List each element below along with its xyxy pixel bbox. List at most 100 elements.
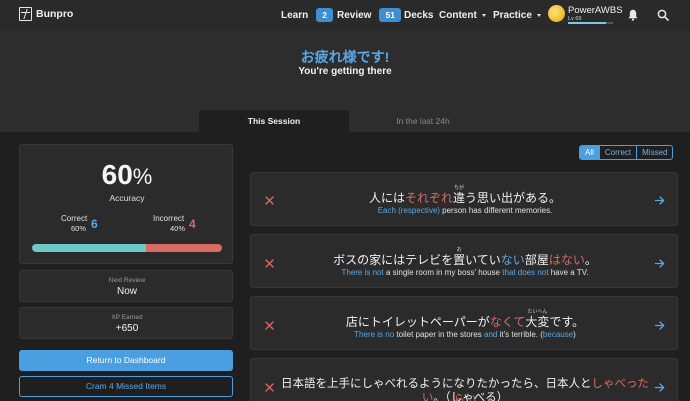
result-filter-group: All Correct Missed: [579, 145, 674, 160]
incorrect-x-icon: [265, 321, 274, 330]
cram-missed-items-button[interactable]: Cram 4 Missed Items: [19, 376, 233, 397]
sentence-segment: ): [573, 330, 576, 339]
sentence-segment: 。: [584, 253, 597, 267]
top-navigation-bar: Bunpro Learn 2 Review 51 Decks Content P…: [0, 0, 690, 30]
user-xp-bar: [568, 22, 613, 24]
incorrect-label: Incorrect: [153, 214, 185, 223]
progress-incorrect: [146, 244, 222, 252]
session-title-japanese: お疲れ様です!: [300, 49, 390, 65]
xp-earned-label: XP Earned: [111, 314, 143, 321]
filter-missed[interactable]: Missed: [636, 146, 672, 159]
nav-review[interactable]: Review 51: [337, 0, 401, 30]
incorrect-x-icon: [265, 383, 274, 392]
kanji-with-furigana: 置お: [453, 247, 466, 267]
xp-earned-value: +650: [115, 323, 139, 334]
bunpro-logo-icon: [19, 7, 32, 21]
incorrect-x-icon: [265, 196, 274, 205]
accuracy-card: 60% Accuracy Correct 60% 6 Incorrect 40%…: [19, 144, 233, 264]
sentence-segment: There is no: [354, 330, 395, 339]
arrow-right-icon[interactable]: [655, 196, 665, 205]
filter-all[interactable]: All: [580, 146, 599, 159]
review-item[interactable]: ボスの家にはテレビを置おいていない部屋はない。 There is not a s…: [250, 234, 678, 288]
accuracy-value: 60%: [20, 159, 234, 191]
sentence-english: Each (respective) person has different m…: [281, 206, 649, 215]
sentence-segment: have a TV.: [548, 268, 589, 277]
kanji-with-furigana: 大変 たいへん: [525, 309, 550, 329]
sentence-segment: 部屋: [524, 253, 549, 267]
nav-learn[interactable]: Learn 2: [281, 0, 333, 30]
learn-count-badge: 2: [316, 8, 333, 22]
xp-earned-card: XP Earned +650: [19, 307, 233, 339]
avatar[interactable]: [548, 5, 565, 22]
tab-last-24h[interactable]: In the last 24h: [348, 110, 498, 132]
incorrect-x-icon: [265, 259, 274, 268]
sentence-segment: ボスの家にはテレビを: [333, 253, 454, 267]
furigana-reading: お: [456, 247, 462, 253]
accuracy-number: 60: [101, 159, 133, 190]
sentence-english: There is no toilet paper in the stores a…: [281, 330, 649, 339]
session-subtitle: You're getting there: [298, 66, 392, 77]
review-item[interactable]: 人にはそれぞれ違 ちが う思い出がある。 Each (respective) per…: [250, 172, 678, 226]
sentence-segment: 店にトイレットペーパーが: [345, 315, 490, 329]
logo-text: Bunpro: [36, 8, 74, 20]
correct-count: 6: [91, 217, 98, 231]
sentence-english: There is not a single room in my boss' h…: [281, 268, 649, 277]
sentence-japanese: ボスの家にはテレビを置おいていない部屋はない。: [281, 247, 649, 268]
nav-content[interactable]: Content: [439, 0, 486, 30]
furigana-reading: たいへん: [527, 309, 548, 315]
correct-percent: 60%: [71, 224, 87, 233]
accuracy-label: Accuracy: [109, 193, 145, 203]
sentence-segment: Each (respective): [377, 206, 440, 215]
bell-icon[interactable]: [628, 9, 638, 21]
sentence-segment: はない: [548, 253, 585, 267]
nav-content-label: Content: [439, 9, 477, 21]
sentence-segment: There is not: [341, 268, 384, 277]
arrow-right-icon[interactable]: [655, 321, 665, 330]
nav-review-label: Review: [337, 9, 372, 21]
incorrect-count: 4: [189, 217, 196, 231]
review-item[interactable]: 日本語を上手にしゃべれるようになりたかったら、日本人としゃべったらい い。（しゃ…: [250, 358, 678, 401]
sentence-japanese: 店にトイレットペーパーがなくて大変 たいへん です。: [281, 309, 649, 330]
arrow-right-icon[interactable]: [655, 259, 665, 268]
return-to-dashboard-button[interactable]: Return to Dashboard: [19, 350, 233, 371]
chevron-down-icon: [481, 13, 486, 17]
sentence-segment: person has different memories.: [439, 206, 553, 215]
bunpro-logo[interactable]: Bunpro: [19, 7, 73, 21]
arrow-right-icon[interactable]: [655, 383, 665, 392]
review-item[interactable]: 店にトイレットペーパーがなくて大変 たいへん です。 There is no toi…: [250, 296, 678, 350]
furigana-reading: ちが: [454, 185, 465, 191]
review-count-badge: 51: [379, 8, 401, 22]
search-icon[interactable]: [657, 9, 669, 21]
filter-correct[interactable]: Correct: [598, 146, 636, 159]
nav-practice-label: Practice: [493, 9, 532, 21]
sentence-segment: toilet paper in the stores: [394, 330, 485, 339]
sentence-japanese-line-2: い。（しゃべる）: [281, 389, 649, 401]
chevron-down-icon: [536, 13, 541, 17]
sentence-segment: い: [421, 392, 434, 401]
sentence-segment: いてい: [465, 253, 501, 267]
accuracy-unit: %: [132, 164, 153, 189]
user-xp-bar-fill: [568, 22, 607, 24]
sentence-segment: because: [542, 330, 574, 339]
sentence-japanese: 人にはそれぞれ違 ちが う思い出がある。: [281, 185, 649, 206]
nav-decks[interactable]: Decks: [404, 0, 433, 30]
sentence-segment: a single room in my boss' house: [383, 268, 503, 277]
nav-learn-label: Learn: [281, 9, 309, 21]
sentence-segment: it's terrible. (: [497, 330, 543, 339]
user-name[interactable]: PowerAWBS: [568, 5, 623, 16]
kanji-with-furigana: 違ちが: [453, 185, 466, 205]
next-review-label: Next Review: [108, 277, 146, 284]
progress-correct: [32, 244, 146, 252]
sentence-segment: 人には: [368, 191, 405, 205]
next-review-card: Next Review Now: [19, 270, 233, 302]
incorrect-percent: 40%: [170, 224, 186, 233]
sentence-segment: that does not: [502, 268, 549, 277]
tab-this-session[interactable]: This Session: [199, 110, 349, 132]
sentence-segment: 。（しゃべる）: [433, 392, 509, 401]
sentence-segment: なくて: [489, 315, 526, 329]
nav-practice[interactable]: Practice: [493, 0, 541, 30]
sentence-segment: ない: [500, 253, 525, 267]
next-review-value: Now: [116, 286, 137, 297]
nav-decks-label: Decks: [404, 9, 434, 21]
correct-label: Correct: [61, 214, 88, 223]
